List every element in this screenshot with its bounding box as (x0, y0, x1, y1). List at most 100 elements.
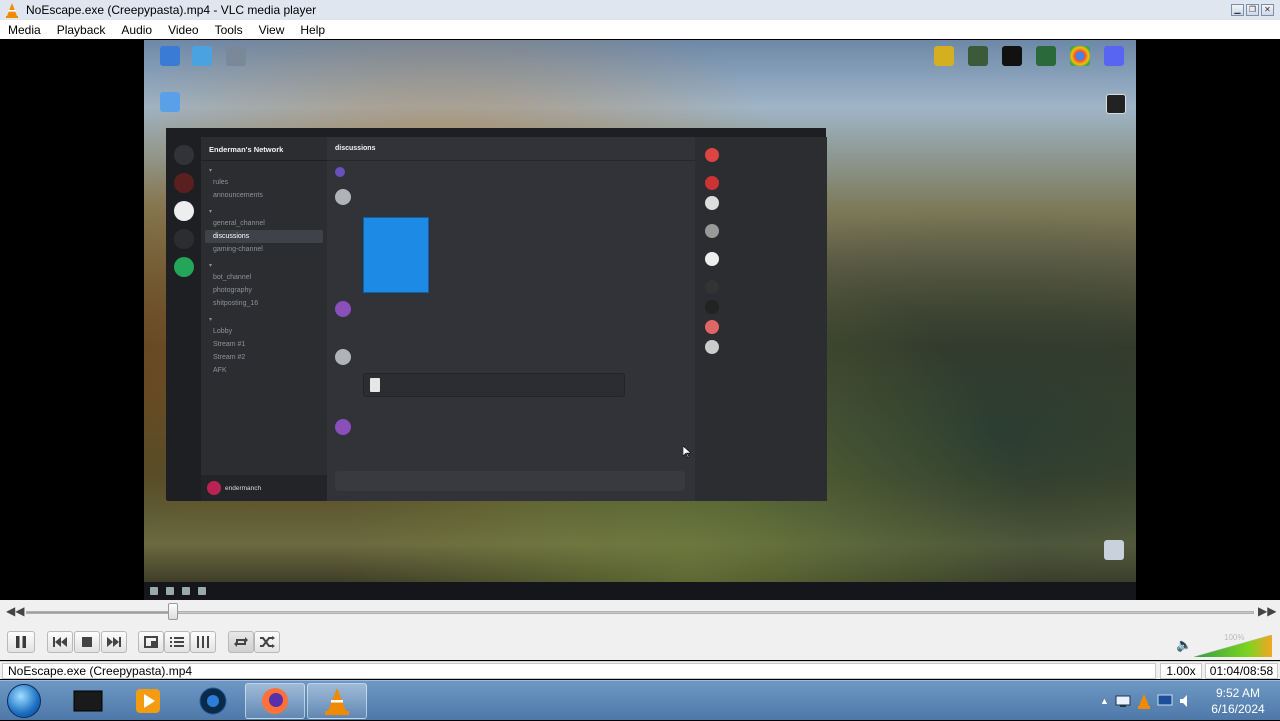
pause-button[interactable] (7, 631, 35, 653)
tray-vlc-icon[interactable] (1137, 693, 1151, 709)
taskbar-app-vlc[interactable] (307, 683, 367, 719)
next-button[interactable] (101, 631, 127, 653)
media-player-icon (136, 689, 160, 713)
playback-speed[interactable]: 1.00x (1160, 663, 1202, 679)
channel-list: Enderman's Network ▾ rules announcements… (201, 137, 327, 501)
channel-item: shitposting_16 (213, 300, 259, 307)
video-area[interactable]: Enderman's Network ▾ rules announcements… (0, 40, 1280, 600)
firefox-icon (262, 688, 288, 714)
tray-arrow-icon[interactable]: ▲ (1100, 696, 1109, 706)
loop-button[interactable] (228, 631, 254, 653)
guild-icon (174, 201, 194, 221)
channel-category: ▾ (209, 168, 213, 174)
channel-item: general_channel (213, 220, 265, 227)
desktop-icon (216, 46, 256, 68)
clock-date: 6/16/2024 (1211, 702, 1265, 716)
member-item (695, 193, 827, 213)
channel-item: photography (213, 287, 252, 294)
menu-help[interactable]: Help (292, 23, 333, 37)
close-button[interactable]: ✕ (1261, 4, 1274, 16)
playlist-button[interactable] (164, 631, 190, 653)
stop-button[interactable] (74, 631, 100, 653)
menu-playback[interactable]: Playback (49, 23, 114, 37)
channel-category: ▾ (209, 263, 213, 269)
window-title: NoEscape.exe (Creepypasta).mp4 - VLC med… (26, 3, 317, 17)
loop-icon (234, 637, 248, 647)
menu-tools[interactable]: Tools (207, 23, 251, 37)
start-button[interactable] (2, 681, 46, 721)
terminal-icon (73, 690, 103, 712)
chat-header: discussions (327, 137, 695, 161)
message-image (363, 217, 429, 293)
channel-item: gaming-channel (213, 246, 263, 253)
member-item (695, 317, 827, 337)
channel-item: announcements (213, 192, 263, 199)
member-section (695, 241, 827, 249)
tray-volume-icon[interactable] (1179, 694, 1193, 708)
desktop-icon (1094, 46, 1134, 68)
channel-item: bot_channel (213, 274, 252, 281)
taskbar-app-firefox[interactable] (245, 683, 305, 719)
next-icon (107, 637, 121, 647)
member-section (695, 213, 827, 221)
file-icon (370, 378, 380, 392)
seek-bar[interactable] (26, 611, 1254, 614)
member-list (695, 137, 827, 501)
desktop-icon (1096, 94, 1136, 116)
voice-channel-item: AFK (213, 367, 227, 374)
maximize-button[interactable]: ❐ (1246, 4, 1259, 16)
member-section (695, 165, 827, 173)
menu-video[interactable]: Video (160, 23, 206, 37)
server-name: Enderman's Network (201, 137, 327, 161)
windows-orb-icon (7, 684, 41, 718)
menu-audio[interactable]: Audio (113, 23, 160, 37)
stop-icon (82, 637, 92, 647)
menu-media[interactable]: Media (0, 23, 49, 37)
member-item (695, 145, 827, 165)
user-name: endermanch (225, 484, 262, 492)
fullscreen-button[interactable] (138, 631, 164, 653)
window-title-bar[interactable]: NoEscape.exe (Creepypasta).mp4 - VLC med… (0, 0, 1280, 20)
channel-category: ▾ (209, 317, 213, 323)
seek-forward-icon[interactable]: ▶▶ (1258, 604, 1276, 618)
shuffle-button[interactable] (254, 631, 280, 653)
pause-icon (16, 636, 26, 648)
time-display[interactable]: 01:04/08:58 (1205, 663, 1278, 679)
extended-settings-button[interactable] (190, 631, 216, 653)
member-item (695, 277, 827, 297)
browser-icon (199, 687, 227, 715)
seek-handle[interactable] (168, 603, 179, 620)
channel-name: discussions (335, 145, 376, 152)
volume-control[interactable]: 🔈 100% (1176, 633, 1274, 657)
minimize-button[interactable]: ▁ (1231, 4, 1244, 16)
chat-message (335, 301, 685, 317)
vlc-cone-icon (6, 3, 18, 18)
discord-titlebar (167, 129, 825, 137)
tray-monitor-icon[interactable] (1157, 694, 1173, 708)
discord-home-icon (174, 145, 194, 165)
file-attachment (363, 373, 625, 397)
taskbar-app[interactable] (58, 683, 118, 719)
voice-channel-item: Lobby (213, 328, 233, 335)
clock-time: 9:52 AM (1215, 686, 1261, 700)
taskbar: ▲ 9:52 AM 6/16/2024 (0, 680, 1280, 720)
tray-network-icon[interactable] (1115, 694, 1131, 708)
speaker-icon[interactable]: 🔈 (1176, 637, 1192, 653)
equalizer-icon (197, 636, 209, 648)
taskbar-clock[interactable]: 9:52 AM 6/16/2024 (1196, 685, 1280, 717)
menu-bar: Media Playback Audio Video Tools View He… (0, 20, 1280, 39)
status-bar: NoEscape.exe (Creepypasta).mp4 1.00x 01:… (0, 661, 1280, 679)
seek-back-icon[interactable]: ◀◀ (6, 604, 24, 618)
taskbar-app[interactable] (183, 683, 243, 719)
member-section (695, 137, 827, 145)
recycle-bin-icon (1094, 540, 1134, 562)
channel-category: ▾ (209, 209, 213, 215)
member-item (695, 173, 827, 193)
menu-view[interactable]: View (251, 23, 293, 37)
previous-button[interactable] (47, 631, 73, 653)
fullscreen-icon (144, 636, 158, 648)
vlc-icon (325, 688, 349, 715)
taskbar-app[interactable] (118, 683, 178, 719)
shuffle-icon (260, 636, 275, 648)
chat-message (335, 189, 685, 205)
